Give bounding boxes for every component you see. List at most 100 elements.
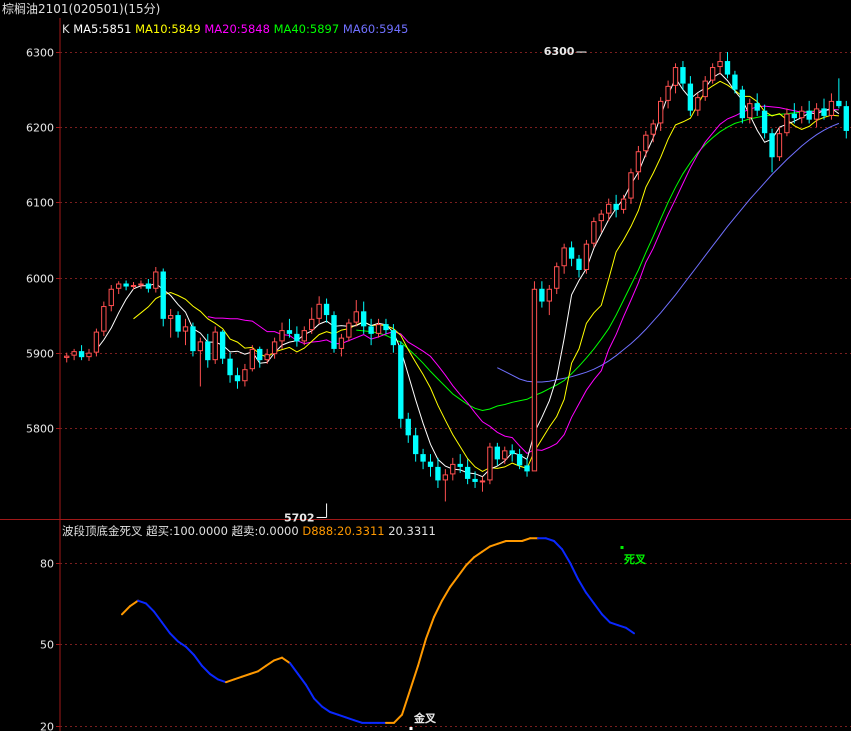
candle (316, 296, 322, 325)
candle (153, 266, 159, 293)
indicator-segment (481, 545, 491, 553)
candle-body (338, 337, 345, 349)
candle-body (323, 303, 330, 316)
candle (123, 280, 129, 291)
candle-body (86, 352, 92, 358)
candle (101, 301, 107, 337)
candle-body (747, 103, 753, 119)
candle-body (219, 331, 226, 359)
candle (695, 93, 701, 116)
candle-body (212, 331, 218, 361)
candle-body (546, 288, 552, 302)
chart-canvas: 5800 5900 6000 6100 6200 6300 20 50 80 6300 5702 K … (0, 18, 851, 731)
sub-y-tick-label: 20 (40, 721, 54, 731)
main-y-tick-label: 6100 (26, 197, 54, 210)
candle (78, 345, 85, 361)
indicator-segment (569, 561, 579, 580)
candle (568, 241, 575, 267)
candle (160, 268, 166, 327)
indicator-segment (497, 540, 507, 545)
indicator-segment (177, 640, 187, 648)
candle-body (843, 106, 849, 131)
indicator-segment (393, 713, 403, 724)
candle-body (190, 326, 196, 352)
candle (309, 307, 315, 334)
candle-body (420, 454, 426, 462)
candle-body (331, 315, 337, 349)
candle (249, 345, 255, 372)
candle (643, 130, 649, 158)
candle-body (160, 271, 166, 319)
candle-body (836, 100, 842, 107)
candle-body (264, 354, 270, 361)
candle-body (249, 348, 255, 370)
indicator-segment (457, 564, 467, 578)
indicator-segment (129, 599, 139, 608)
candle-body (717, 61, 723, 68)
candle (665, 80, 671, 109)
candle (591, 217, 597, 248)
ma60-line (497, 122, 840, 383)
candle-body (294, 333, 300, 342)
candle (398, 341, 404, 428)
legend-ma60: MA60:5945 (343, 22, 409, 36)
indicator-segment (617, 624, 627, 629)
candle-body (450, 463, 456, 475)
indicator-segment (161, 621, 171, 635)
candle-body (539, 288, 545, 302)
candle-body (502, 450, 508, 460)
candle-body (799, 110, 805, 119)
candle-body (709, 67, 716, 81)
main-legend-prefix: K (62, 22, 73, 36)
candle-body (561, 247, 567, 267)
indicator-legend-oversell: 超卖:0.0000 (232, 524, 303, 538)
candle-body (739, 89, 746, 119)
candle-body (635, 151, 642, 173)
candle (516, 448, 523, 470)
candle-body (353, 311, 359, 323)
candle-body (620, 198, 627, 210)
candle-body (375, 324, 382, 334)
candle (487, 442, 493, 485)
candle (784, 108, 790, 137)
candle-body (650, 123, 656, 135)
candle (613, 194, 619, 218)
indicator-segment (417, 637, 427, 667)
candle-body (197, 341, 204, 352)
candle-body (828, 100, 835, 116)
indicator-segment (169, 632, 179, 643)
candle-body (724, 61, 731, 75)
sub-y-tick-label: 80 (40, 558, 54, 571)
candle-body (791, 113, 797, 119)
candle (650, 119, 656, 143)
indicator-segment (313, 697, 323, 708)
indicator-segment (401, 689, 411, 716)
candle-body (390, 330, 397, 346)
candle-body (464, 466, 471, 479)
candle-body (754, 103, 760, 111)
candle (86, 348, 92, 361)
candle-body (301, 330, 307, 342)
candle (301, 326, 307, 346)
indicator-segment (233, 675, 243, 681)
candle-body (643, 134, 649, 152)
candle (524, 457, 530, 477)
death-cross-label: 死叉 (624, 553, 647, 566)
legend-ma5: MA5:5851 (73, 22, 135, 36)
candle (450, 457, 456, 481)
indicator-segment (609, 621, 619, 627)
candle-body (286, 330, 293, 334)
candle (709, 63, 716, 84)
candle-body (130, 285, 137, 288)
indicator-segment (217, 678, 227, 684)
candle-body (457, 463, 463, 467)
candle (702, 76, 708, 101)
candle (509, 444, 515, 462)
candle (145, 279, 152, 293)
candle-body (613, 203, 619, 210)
candle-body (479, 480, 486, 483)
candle (769, 128, 775, 173)
candle (598, 209, 604, 233)
main-legend: K MA5:5851 MA10:5849 MA20:5848 MA40:5897… (62, 22, 408, 36)
indicator-segment (185, 645, 195, 656)
